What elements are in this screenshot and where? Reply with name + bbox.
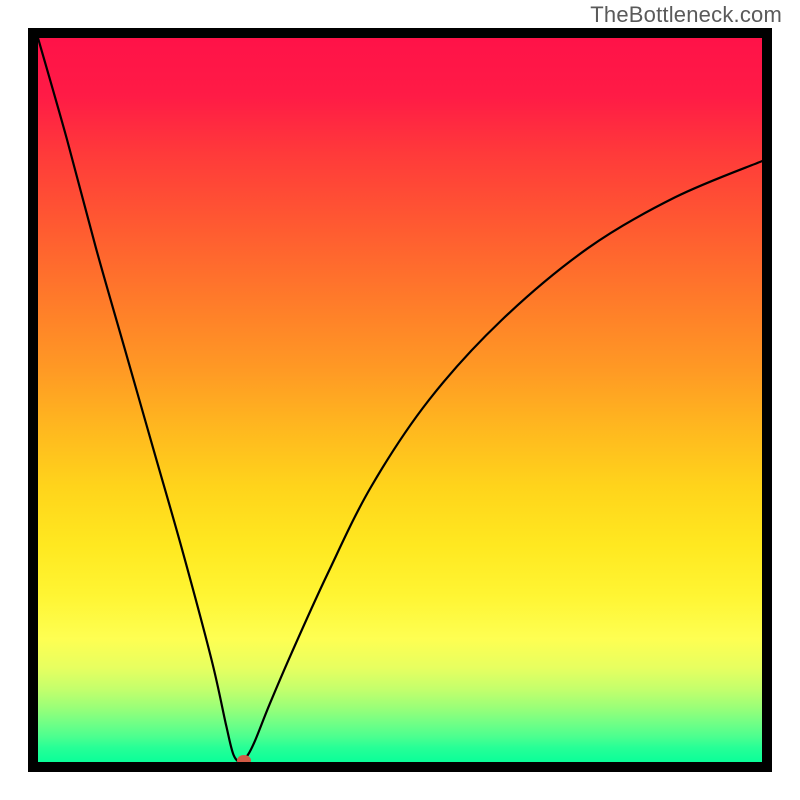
optimum-marker — [237, 755, 251, 762]
plot-frame — [28, 28, 772, 772]
plot-area — [38, 38, 762, 762]
bottleneck-curve — [38, 38, 762, 762]
chart-container: TheBottleneck.com — [0, 0, 800, 800]
watermark-label: TheBottleneck.com — [590, 2, 782, 28]
